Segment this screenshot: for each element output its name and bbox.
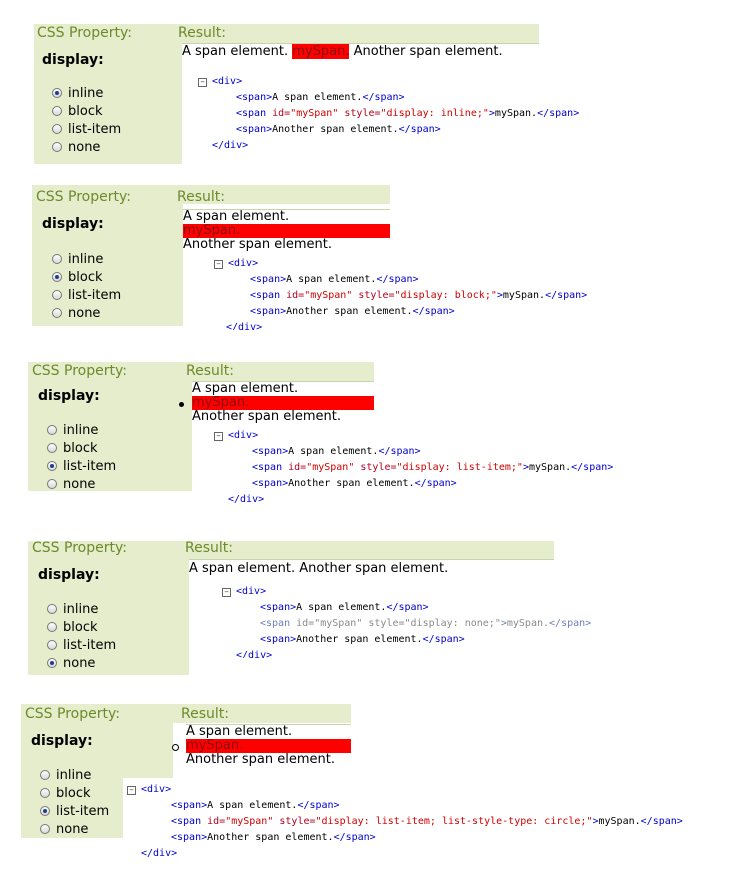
radio-list-item[interactable]: list-item bbox=[40, 802, 109, 820]
radio-none[interactable]: none bbox=[40, 820, 109, 838]
collapse-toggle-icon[interactable]: − bbox=[127, 786, 136, 795]
span-b-text: Another span element. bbox=[186, 752, 335, 767]
markup-tree: − <div> <span>A span element.</span> <spa… bbox=[127, 782, 756, 862]
code-line-span-b: <span>Another span element.</span> bbox=[171, 832, 376, 843]
radio-unchecked-icon bbox=[40, 824, 50, 834]
code-line-myspan: <span id="mySpan" style="display: list-i… bbox=[171, 816, 683, 827]
example-list-item-circle: CSS Property: Result: display: inline bl… bbox=[0, 0, 756, 885]
css-property-label: CSS Property: bbox=[25, 706, 120, 722]
radio-unchecked-icon bbox=[40, 770, 50, 780]
list-circle-icon bbox=[172, 744, 179, 751]
radio-block[interactable]: block bbox=[40, 784, 109, 802]
result-output: A span element. mySpan. Another span ele… bbox=[186, 724, 351, 771]
radio-unchecked-icon bbox=[40, 788, 50, 798]
my-span-highlight: mySpan. bbox=[186, 739, 351, 753]
radio-inline[interactable]: inline bbox=[40, 766, 109, 784]
display-label: display: bbox=[31, 733, 93, 749]
span-a-text: A span element. bbox=[186, 724, 293, 739]
code-line-span-a: <span>A span element.</span> bbox=[171, 800, 340, 811]
radio-checked-icon bbox=[40, 806, 50, 816]
display-radio-group: inline block list-item none bbox=[40, 766, 109, 838]
result-label: Result: bbox=[181, 706, 229, 722]
